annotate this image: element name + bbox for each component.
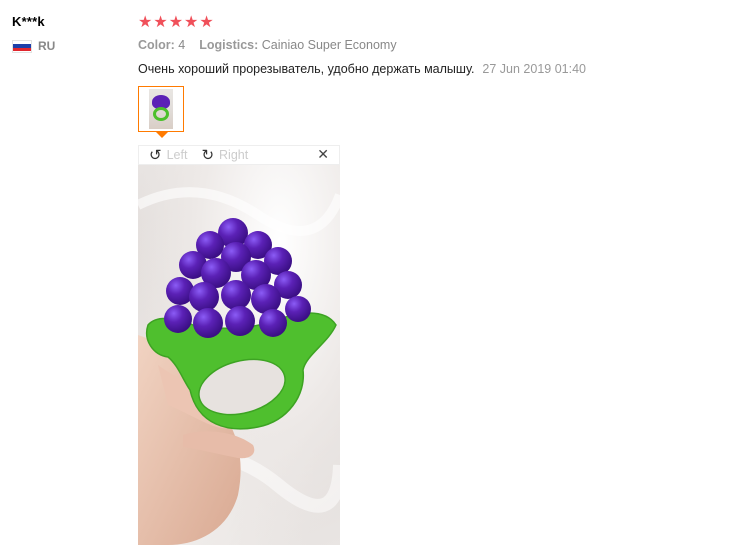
rotate-right-label: Right [219, 148, 249, 162]
rotate-left-label: Left [166, 148, 188, 162]
star-rating: ★ ★ ★ ★ ★ [138, 12, 718, 32]
color-info: Color: 4 [138, 38, 185, 52]
star-icon: ★ [199, 12, 214, 31]
reviewer-country: RU [12, 39, 122, 53]
reviewer-info: K***k RU [12, 14, 122, 53]
logistics-label: Logistics: [199, 38, 259, 52]
color-value: 4 [178, 38, 186, 52]
star-icon: ★ [184, 12, 199, 31]
viewer-toolbar: ↺ Left ↻ Right ✕ [138, 145, 340, 165]
reviewer-name: K***k [12, 14, 45, 29]
star-icon: ★ [138, 12, 153, 31]
rotate-left-button[interactable]: ↺ Left [149, 146, 188, 164]
review-photo [138, 165, 340, 545]
review-body: ★ ★ ★ ★ ★ Color: 4 Logistics: Cainiao Su… [138, 12, 718, 545]
review-text: Очень хороший прорезыватель, удобно держ… [138, 62, 475, 76]
review-date: 27 Jun 2019 01:40 [482, 62, 586, 76]
star-icon: ★ [153, 12, 168, 31]
order-info: Color: 4 Logistics: Cainiao Super Econom… [138, 38, 718, 52]
color-label: Color: [138, 38, 175, 52]
teether-photo-image [138, 187, 340, 545]
logistics-info: Logistics: Cainiao Super Economy [199, 38, 396, 52]
rotate-right-button[interactable]: ↻ Right [201, 146, 249, 164]
rotate-right-icon: ↻ [201, 146, 215, 164]
star-icon: ★ [168, 12, 184, 31]
rotate-left-icon: ↺ [149, 146, 162, 164]
thumbnail-image [149, 89, 173, 129]
country-code: RU [38, 39, 56, 53]
review-line: Очень хороший прорезыватель, удобно держ… [138, 62, 718, 76]
photo-viewer: ↺ Left ↻ Right ✕ [138, 145, 340, 545]
russia-flag-icon [12, 39, 32, 53]
logistics-value: Cainiao Super Economy [261, 38, 397, 52]
review-photo-thumbnail[interactable] [138, 86, 184, 138]
thumbnail-pointer [156, 132, 168, 138]
close-icon[interactable]: ✕ [317, 147, 329, 163]
